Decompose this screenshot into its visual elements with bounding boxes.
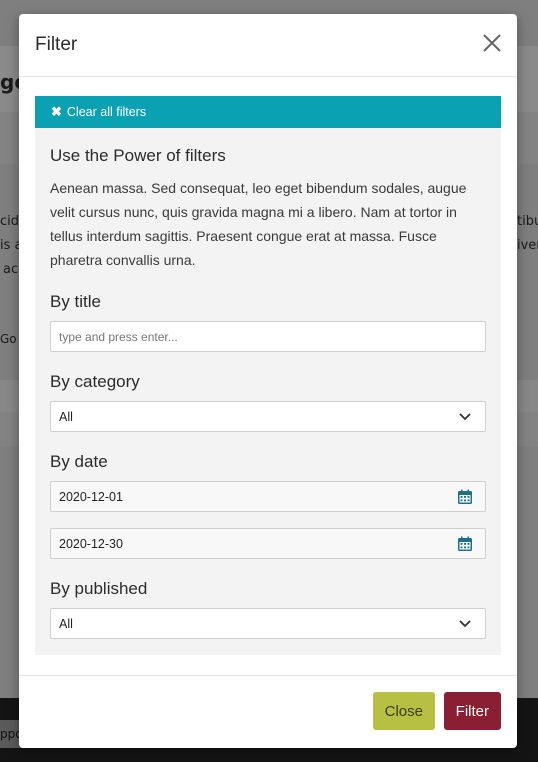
bg-fragment: iver	[517, 238, 538, 253]
category-select-value: All	[59, 409, 73, 424]
by-category-label: By category	[50, 372, 140, 391]
x-icon: ✖	[51, 104, 62, 119]
by-published-label: By published	[50, 579, 148, 598]
date-to-value: 2020-12-30	[59, 536, 123, 551]
bg-fragment: tibu	[517, 214, 538, 229]
filter-button[interactable]: Filter	[443, 692, 501, 730]
filter-panel: ✖ Clear all filters Use the Power of fil…	[35, 96, 501, 655]
close-icon[interactable]	[481, 32, 503, 54]
filter-heading: Use the Power of filters	[50, 146, 226, 165]
filter-description: Aenean massa. Sed consequat, leo eget bi…	[50, 180, 467, 268]
close-button[interactable]: Close	[372, 692, 435, 730]
clear-filters-label: Clear all filters	[66, 105, 147, 119]
chevron-down-icon	[459, 413, 471, 421]
date-from-value: 2020-12-01	[59, 489, 123, 504]
chevron-down-icon	[459, 620, 471, 628]
modal-footer: Close Filter	[19, 675, 517, 748]
bg-fragment: ac	[3, 262, 19, 277]
modal-header: Filter	[19, 14, 517, 77]
by-title-label: By title	[50, 292, 102, 311]
calendar-icon[interactable]	[457, 489, 473, 505]
title-search-placeholder: type and press enter...	[59, 329, 178, 344]
bg-fragment: Go	[0, 332, 17, 346]
published-select[interactable]: All	[50, 608, 486, 639]
date-from-input[interactable]: 2020-12-01	[50, 481, 486, 512]
title-search-input[interactable]: type and press enter...	[50, 321, 486, 352]
calendar-icon[interactable]	[457, 536, 473, 552]
category-select[interactable]: All	[50, 401, 486, 432]
by-date-label: By date	[50, 452, 108, 471]
filter-modal: Filter ✖ Clear all filters Use the Power…	[19, 14, 517, 748]
published-select-value: All	[59, 616, 73, 631]
clear-filters-button[interactable]: ✖ Clear all filters	[35, 96, 501, 128]
modal-title: Filter	[35, 34, 78, 55]
modal-body: ✖ Clear all filters Use the Power of fil…	[35, 96, 501, 655]
date-to-input[interactable]: 2020-12-30	[50, 528, 486, 559]
